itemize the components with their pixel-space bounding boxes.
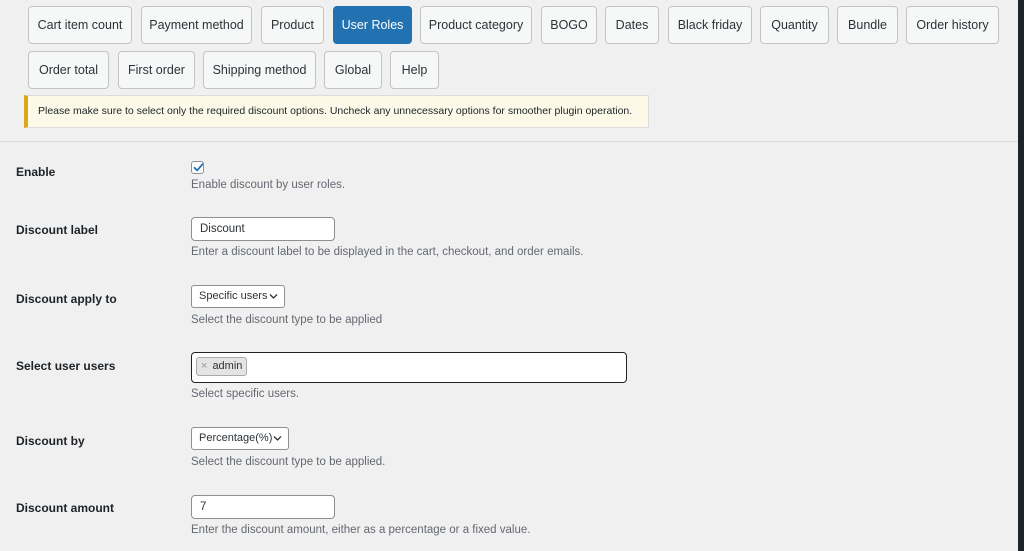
tab-user-roles[interactable]: User Roles: [333, 6, 412, 44]
discount-label-input[interactable]: Discount: [191, 217, 335, 241]
discount-label-description: Enter a discount label to be displayed i…: [191, 246, 584, 258]
chevron-down-icon: [269, 286, 278, 315]
enable-label: Enable: [16, 165, 56, 179]
tab-product-category[interactable]: Product category: [420, 6, 532, 44]
tab-payment-method[interactable]: Payment method: [141, 6, 252, 44]
users-multiselect[interactable]: × admin: [191, 352, 627, 383]
checkmark-icon: [193, 163, 204, 172]
discount-by-select[interactable]: Percentage(%): [191, 427, 289, 450]
tab-help[interactable]: Help: [390, 51, 439, 89]
apply-to-select[interactable]: Specific users: [191, 285, 285, 308]
select-users-label: Select user users: [16, 359, 116, 373]
discount-label-label: Discount label: [16, 223, 99, 237]
notice-banner: Please make sure to select only the requ…: [24, 95, 649, 128]
tab-order-total[interactable]: Order total: [28, 51, 109, 89]
enable-description: Enable discount by user roles.: [191, 179, 346, 191]
admin-scrollbar-edge: [1018, 0, 1024, 551]
tab-bogo[interactable]: BOGO: [541, 6, 597, 44]
tab-bundle[interactable]: Bundle: [837, 6, 898, 44]
apply-to-selected: Specific users: [199, 290, 268, 302]
discount-amount-input[interactable]: 7: [191, 495, 335, 519]
discount-by-selected: Percentage(%): [199, 432, 273, 444]
tab-cart-item-count[interactable]: Cart item count: [28, 6, 132, 44]
user-chip-label: admin: [212, 360, 243, 372]
discount-amount-label: Discount amount: [16, 501, 114, 515]
apply-to-label: Discount apply to: [16, 292, 117, 306]
tab-bar: Cart item count Payment method Product U…: [0, 0, 1018, 142]
tab-dates[interactable]: Dates: [605, 6, 659, 44]
tab-global[interactable]: Global: [324, 51, 382, 89]
tab-product[interactable]: Product: [261, 6, 324, 44]
chevron-down-icon: [273, 428, 282, 457]
user-chip-admin: × admin: [196, 357, 248, 376]
tab-shipping-method[interactable]: Shipping method: [203, 51, 316, 89]
discount-by-description: Select the discount type to be applied.: [191, 456, 386, 468]
tab-quantity[interactable]: Quantity: [760, 6, 829, 44]
apply-to-description: Select the discount type to be applied: [191, 314, 383, 326]
tab-black-friday[interactable]: Black friday: [668, 6, 752, 44]
enable-checkbox[interactable]: [191, 161, 204, 174]
tab-order-history[interactable]: Order history: [906, 6, 999, 44]
discount-by-label: Discount by: [16, 434, 85, 448]
select-users-description: Select specific users.: [191, 388, 300, 400]
tab-first-order[interactable]: First order: [118, 51, 195, 89]
remove-chip-icon[interactable]: ×: [201, 360, 207, 372]
discount-amount-description: Enter the discount amount, either as a p…: [191, 524, 531, 536]
